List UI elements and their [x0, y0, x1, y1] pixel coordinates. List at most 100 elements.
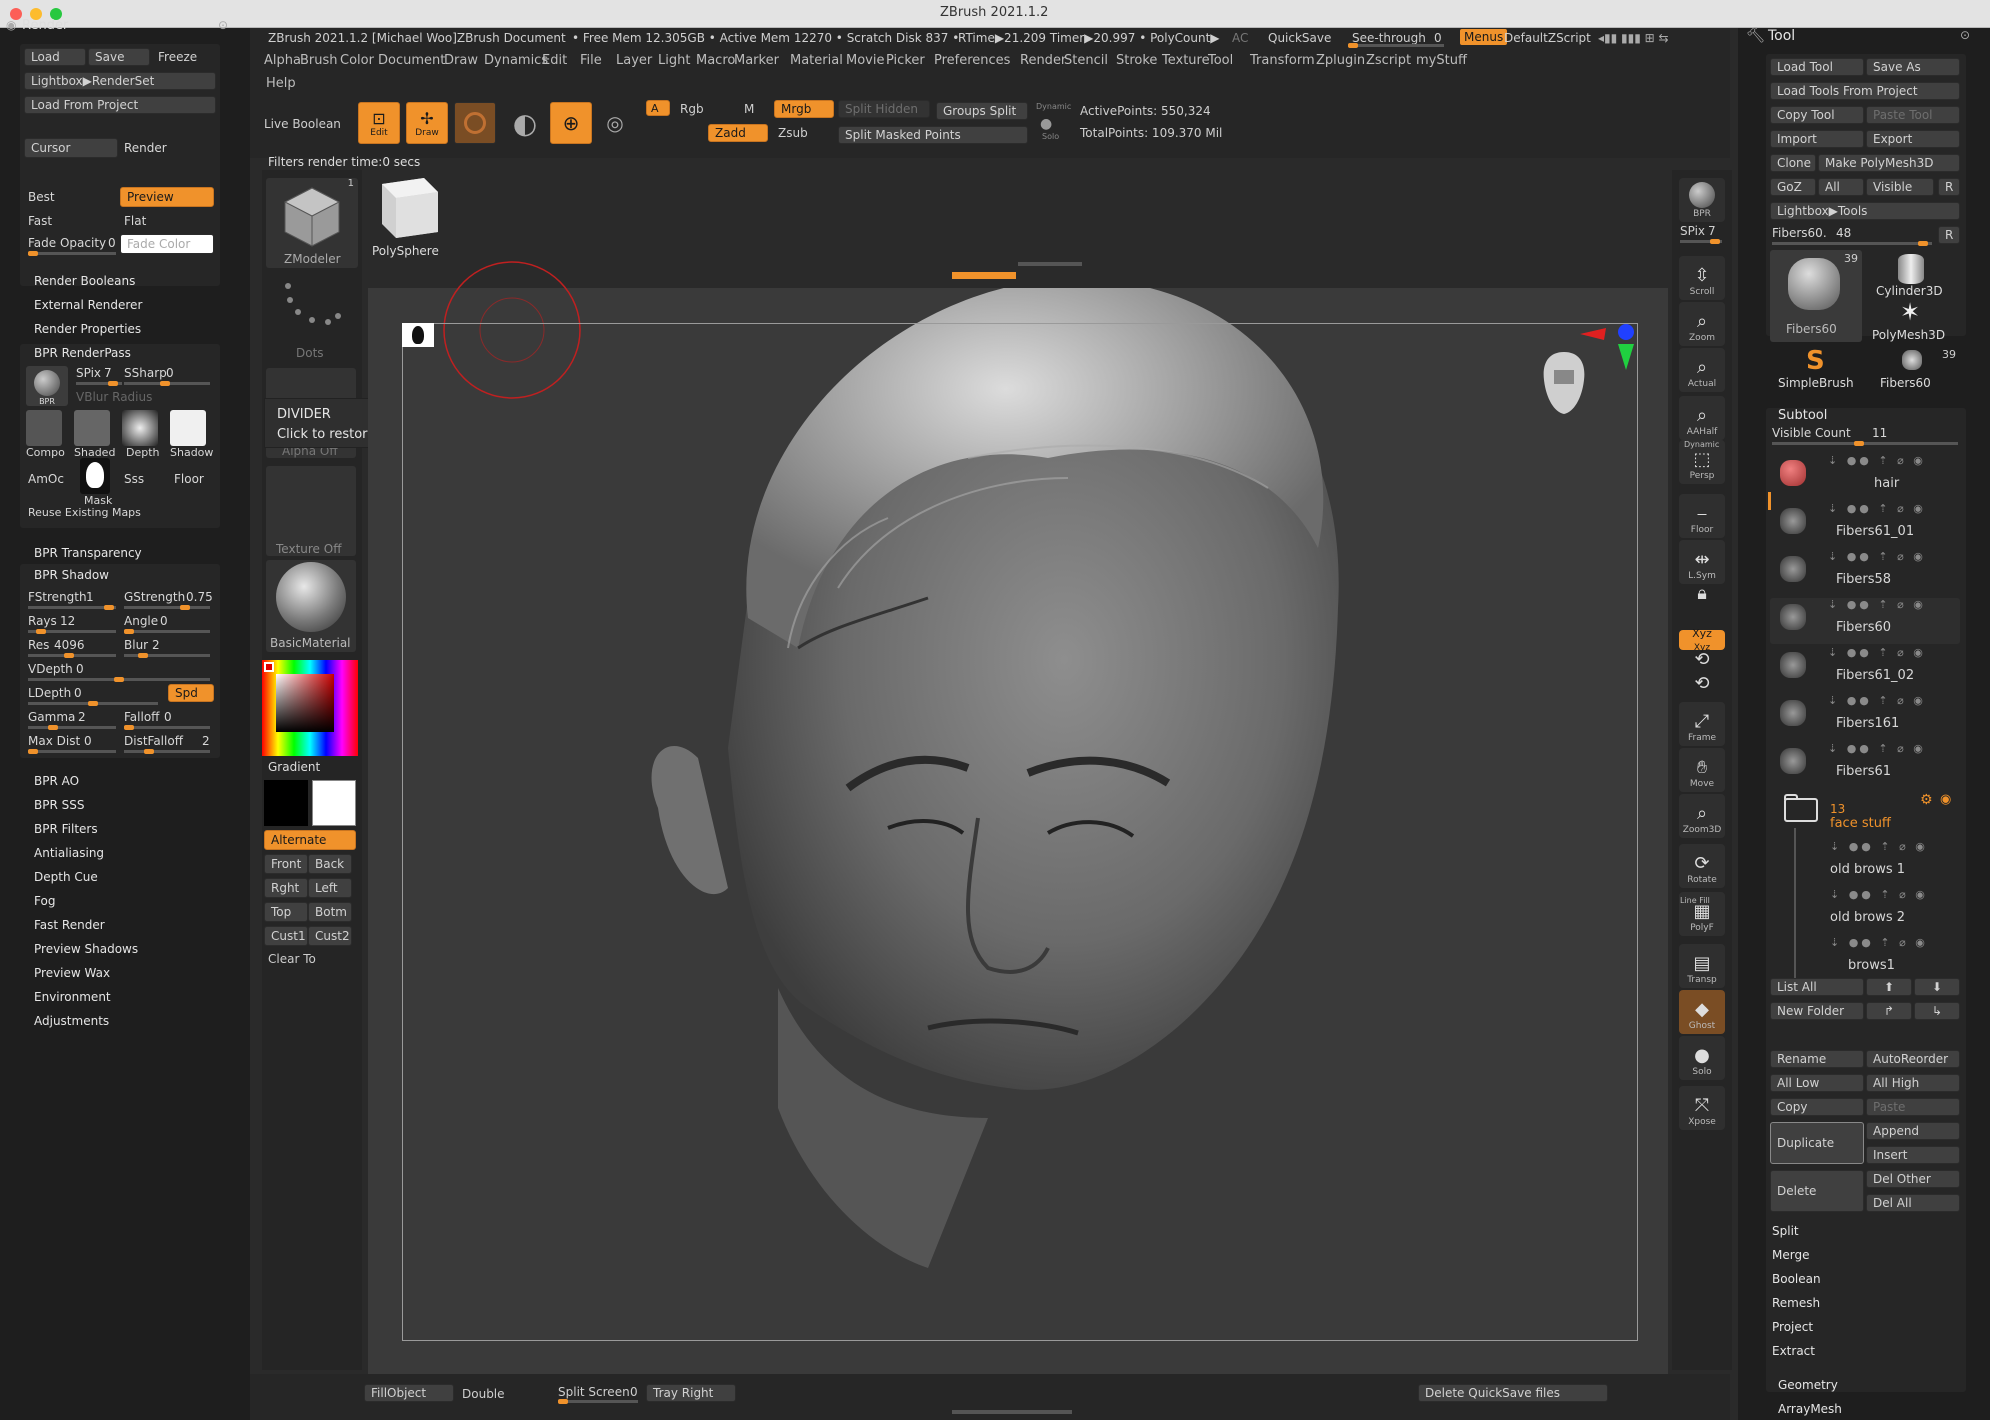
load-from-project-button[interactable]: Load From Project — [24, 96, 216, 114]
preview-button[interactable]: Preview — [120, 187, 214, 207]
subtool-header[interactable]: Subtool — [1778, 408, 1827, 423]
split-masked-points-button[interactable]: Split Masked Points — [838, 126, 1028, 144]
tool-sub-split[interactable]: Split — [1772, 1224, 1799, 1238]
subtool-row[interactable]: ⇣ ●● ⇡ ⌀ ◉ Fibers161 — [1770, 694, 1960, 740]
default-zscript-button[interactable]: DefaultZScript — [1504, 31, 1591, 45]
subtool-row[interactable]: ⇣ ●● ⇡ ⌀ ◉ Fibers61 — [1770, 742, 1960, 788]
shelf-scroll-button[interactable]: ⇳ Scroll — [1679, 256, 1725, 300]
falloff-slider[interactable]: Falloff — [124, 710, 159, 724]
lightbox-tools-button[interactable]: Lightbox▶Tools — [1770, 202, 1960, 220]
gamma-slider[interactable]: Gamma — [28, 710, 75, 724]
material-button[interactable]: BasicMaterial — [266, 560, 356, 652]
split-screen-slider[interactable]: Split Screen — [558, 1385, 630, 1399]
render-sub-adjustments[interactable]: Adjustments — [34, 1014, 109, 1028]
mrgb-toggle[interactable]: Mrgb — [774, 100, 834, 118]
back-view-button[interactable]: Back — [308, 854, 352, 874]
bottom-view-button[interactable]: Botm — [308, 902, 352, 922]
live-boolean-toggle[interactable]: Live Boolean — [264, 117, 341, 131]
all-high-button[interactable]: All High — [1866, 1074, 1960, 1092]
subtool-visibility-icons[interactable]: ⇣ ●● ⇡ ⌀ ◉ — [1828, 742, 1926, 755]
folder-item-name[interactable]: old brows 2 — [1830, 910, 1905, 925]
menu-transform[interactable]: Transform — [1250, 53, 1315, 68]
tool-r-button[interactable]: R — [1938, 226, 1960, 244]
rename-button[interactable]: Rename — [1770, 1050, 1864, 1068]
paste-tool-button[interactable]: Paste Tool — [1866, 106, 1960, 124]
top-shelf-divider[interactable] — [952, 272, 1016, 279]
shelf-rotate-y-button[interactable]: ⟲ — [1679, 651, 1725, 674]
shelf-actual-button[interactable]: ⌕ Actual — [1679, 348, 1725, 392]
render-sub-bpr-ao[interactable]: BPR AO — [34, 774, 79, 788]
delete-quicksave-button[interactable]: Delete QuickSave files — [1418, 1384, 1608, 1402]
double-button[interactable]: Double — [462, 1387, 505, 1401]
all-low-button[interactable]: All Low — [1770, 1074, 1864, 1092]
folder-name[interactable]: face stuff — [1830, 816, 1891, 831]
ssharp-slider[interactable]: SSharp — [124, 366, 167, 380]
menu-macro[interactable]: Macro — [696, 53, 735, 68]
autoreorder-button[interactable]: AutoReorder — [1866, 1050, 1960, 1068]
scale-mode-button[interactable]: ◐ — [504, 102, 546, 144]
menu-brush[interactable]: Brush — [300, 53, 338, 68]
menu-file[interactable]: File — [580, 53, 602, 68]
custom2-view-button[interactable]: Cust2 — [308, 926, 352, 946]
export-button[interactable]: Export — [1866, 130, 1960, 148]
goz-visible-button[interactable]: Visible — [1866, 178, 1934, 196]
tool-thumb-simplebrush[interactable]: S SimpleBrush — [1770, 346, 1864, 390]
mask-pass-thumb[interactable] — [80, 458, 110, 494]
subtool-row[interactable]: ⇣ ●● ⇡ ⌀ ◉ Fibers61_01 — [1770, 502, 1960, 548]
amoc-pass[interactable]: AmOc — [28, 472, 64, 486]
shelf-rotate-button[interactable]: ⟳ Rotate — [1679, 844, 1725, 888]
menu-zplugin[interactable]: Zplugin — [1316, 53, 1365, 68]
subtool-visibility-icons[interactable]: ⇣ ●● ⇡ ⌀ ◉ — [1828, 550, 1926, 563]
spd-toggle[interactable]: Spd — [168, 684, 214, 702]
menu-stencil[interactable]: Stencil — [1064, 53, 1108, 68]
tray-right-button[interactable]: Tray Right — [646, 1384, 736, 1402]
list-all-button[interactable]: List All — [1770, 978, 1864, 996]
menus-toggle[interactable]: Menus — [1460, 29, 1508, 45]
bpr-shadow-header[interactable]: BPR Shadow — [34, 568, 109, 582]
compo-pass-thumb[interactable] — [26, 410, 62, 446]
render-load-button[interactable]: Load — [24, 48, 86, 66]
right-view-button[interactable]: Rght — [264, 878, 308, 898]
shelf-aahalf-button[interactable]: ⌕ AAHalf — [1679, 396, 1725, 440]
menu-help[interactable]: Help — [266, 76, 296, 91]
new-folder-button[interactable]: New Folder — [1770, 1002, 1864, 1020]
subtool-visibility-icons[interactable]: ⇣ ●● ⇡ ⌀ ◉ — [1828, 646, 1926, 659]
menu-stroke[interactable]: Stroke — [1116, 53, 1157, 68]
secondary-color-swatch[interactable] — [264, 780, 308, 826]
fillobject-button[interactable]: FillObject — [364, 1384, 454, 1402]
fade-opacity-slider[interactable]: Fade Opacity — [28, 236, 106, 250]
goz-r-button[interactable]: R — [1938, 178, 1960, 196]
menu-document[interactable]: Document — [378, 53, 445, 68]
tool-sub-extract[interactable]: Extract — [1772, 1344, 1815, 1358]
menu-tool[interactable]: Tool — [1208, 53, 1233, 68]
render-sub-fast-render[interactable]: Fast Render — [34, 918, 105, 932]
floor-pass[interactable]: Floor — [174, 472, 204, 486]
shelf-lock-button[interactable]: 🔒︎ — [1679, 585, 1725, 608]
color-picker[interactable] — [262, 660, 358, 756]
move-into-folder-button[interactable]: ↱ — [1866, 1002, 1912, 1020]
move-down-button[interactable]: ⬇ — [1914, 978, 1960, 996]
render-booleans-item[interactable]: Render Booleans — [34, 274, 135, 288]
menu-layer[interactable]: Layer — [616, 53, 652, 68]
zadd-toggle[interactable]: Zadd — [708, 124, 768, 142]
move-mode-button[interactable] — [454, 102, 496, 144]
shadow-pass-thumb[interactable] — [170, 410, 206, 446]
shelf-transp-button[interactable]: ▤ Transp — [1679, 944, 1725, 988]
folder-eye-icon[interactable]: ◉ — [1940, 792, 1951, 807]
subtool-row[interactable]: ⇣ ●● ⇡ ⌀ ◉ hair — [1770, 454, 1960, 500]
move-up-button[interactable]: ⬆ — [1866, 978, 1912, 996]
shelf-frame-button[interactable]: ⤢ Frame — [1679, 702, 1725, 746]
see-through-slider[interactable]: See-through — [1352, 31, 1426, 45]
tool-thumb-cylinder3d[interactable]: Cylinder3D — [1866, 250, 1960, 298]
shelf-spix-slider[interactable]: SPix — [1680, 224, 1705, 238]
render-sub-depth-cue[interactable]: Depth Cue — [34, 870, 98, 884]
geometry-item[interactable]: Geometry — [1778, 1378, 1838, 1392]
goz-button[interactable]: GoZ — [1770, 178, 1816, 196]
palette-handle-icon[interactable]: ◉ — [6, 18, 16, 32]
gradient-toggle[interactable]: Gradient — [268, 760, 320, 774]
make-polymesh3d-button[interactable]: Make PolyMesh3D — [1818, 154, 1960, 172]
angle-slider[interactable]: Angle — [124, 614, 158, 628]
quicksave-button[interactable]: QuickSave — [1268, 31, 1331, 45]
draw-mode-button[interactable]: ✢ Draw — [406, 102, 448, 144]
tool-sub-boolean[interactable]: Boolean — [1772, 1272, 1821, 1286]
